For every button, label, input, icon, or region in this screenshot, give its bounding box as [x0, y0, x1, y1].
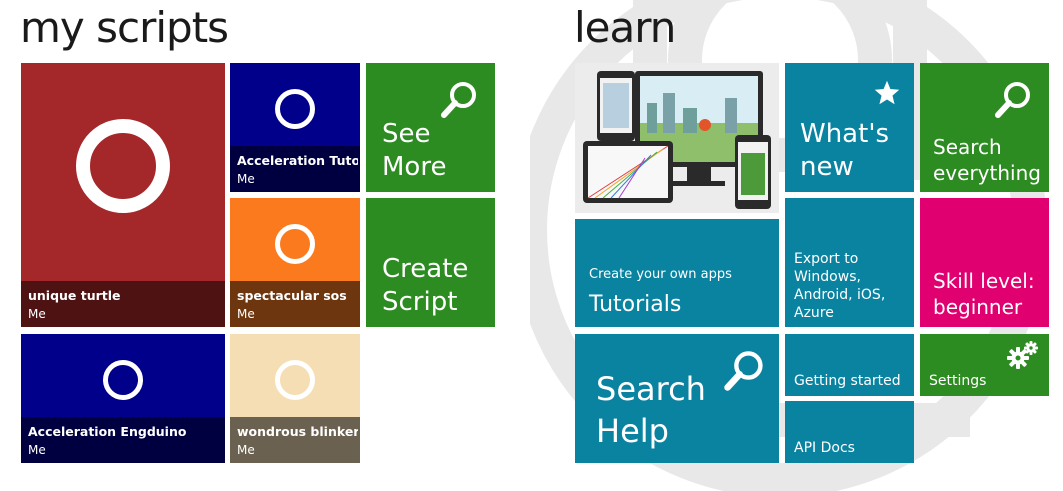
search-help-label-1: Search — [596, 370, 706, 408]
search-everything-button[interactable]: Search everything — [920, 63, 1049, 192]
see-more-button[interactable]: See More — [366, 63, 495, 192]
script-title: wondrous blinker — [237, 424, 358, 439]
see-more-label-2: More — [382, 152, 447, 182]
create-script-button[interactable]: Create Script — [366, 198, 495, 327]
circle-ring-icon — [275, 360, 315, 400]
export-label-1: Export to — [794, 251, 859, 267]
export-label-2: Windows, — [794, 269, 861, 285]
script-title: spectacular sos — [237, 288, 347, 303]
script-tile-acceleration-engduino[interactable]: Acceleration Engduino Me — [21, 334, 225, 463]
circle-ring-icon — [76, 119, 170, 213]
search-everything-label-1: Search — [933, 135, 1002, 159]
script-tile-acceleration-tutorial[interactable]: Acceleration Tutorial Me — [230, 63, 360, 192]
star-icon — [874, 80, 900, 105]
tutorials-subtitle: Create your own apps — [589, 267, 732, 282]
see-more-label-1: See — [382, 119, 431, 149]
script-author: Me — [28, 443, 46, 457]
my-scripts-heading: my scripts — [20, 3, 229, 52]
devices-illustration — [583, 71, 771, 209]
search-icon — [995, 82, 1030, 118]
gears-icon — [1007, 341, 1038, 369]
whats-new-label-2: new — [800, 152, 854, 182]
script-author: Me — [237, 307, 255, 321]
learn-heading: learn — [574, 3, 676, 52]
search-icon — [724, 351, 763, 391]
script-author: Me — [28, 307, 46, 321]
getting-started-label: Getting started — [794, 373, 901, 389]
whats-new-button[interactable]: What's new — [785, 63, 914, 192]
learn-hero-image[interactable] — [575, 63, 779, 213]
script-author: Me — [237, 443, 255, 457]
settings-button[interactable]: Settings — [920, 334, 1049, 396]
getting-started-button[interactable]: Getting started — [785, 334, 914, 396]
search-help-button[interactable]: Search Help — [575, 334, 779, 463]
script-title: unique turtle — [28, 288, 121, 303]
script-title: Acceleration Tutorial — [237, 153, 358, 168]
tutorials-button[interactable]: Create your own apps Tutorials — [575, 219, 779, 327]
circle-ring-icon — [275, 89, 315, 129]
search-icon — [441, 82, 476, 118]
api-docs-button[interactable]: API Docs — [785, 401, 914, 463]
script-tile-spectacular-sos[interactable]: spectacular sos Me — [230, 198, 360, 327]
export-button[interactable]: Export to Windows, Android, iOS, Azure — [785, 198, 914, 327]
export-label-4: Azure — [794, 305, 834, 321]
skill-level-button[interactable]: Skill level: beginner — [920, 198, 1049, 327]
whats-new-label-1: What's — [800, 119, 890, 149]
search-help-label-2: Help — [596, 412, 669, 450]
script-title: Acceleration Engduino — [28, 424, 187, 439]
api-docs-label: API Docs — [794, 440, 855, 456]
settings-label: Settings — [929, 373, 987, 389]
script-tile-wondrous-blinker[interactable]: wondrous blinker Me — [230, 334, 360, 463]
skill-level-label-1: Skill level: — [933, 269, 1035, 293]
create-script-label-2: Script — [382, 287, 458, 317]
export-label-3: Android, iOS, — [794, 287, 886, 303]
circle-ring-icon — [275, 224, 315, 264]
script-tile-unique-turtle[interactable]: unique turtle Me — [21, 63, 225, 327]
circle-ring-icon — [103, 360, 143, 400]
create-script-label-1: Create — [382, 254, 469, 284]
skill-level-label-2: beginner — [933, 295, 1023, 319]
script-author: Me — [237, 172, 255, 186]
search-everything-label-2: everything — [933, 161, 1041, 185]
tutorials-title: Tutorials — [589, 292, 682, 317]
